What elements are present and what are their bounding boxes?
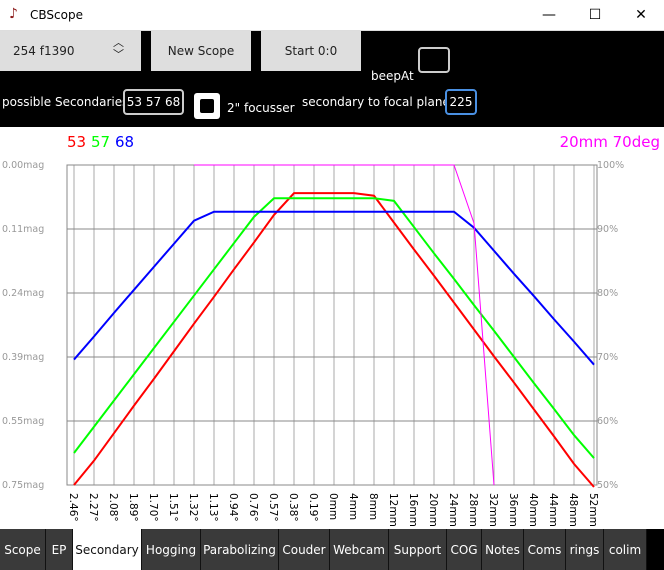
x-tick-label: 1.89° <box>127 493 139 522</box>
scope-select[interactable]: 254 f1390 ︿ ﹀ <box>0 31 141 71</box>
tab-scope[interactable]: Scope <box>0 529 46 570</box>
x-tick-label: 0.19° <box>307 493 319 522</box>
tab-parabolizing[interactable]: Parabolizing <box>201 529 279 570</box>
x-tick-label: 2.46° <box>67 493 79 522</box>
y-left-tick-label: 0.24mag <box>2 288 44 299</box>
tab-secondary[interactable]: Secondary <box>73 529 142 570</box>
tab-webcam[interactable]: Webcam <box>330 529 389 570</box>
tab-hogging[interactable]: Hogging <box>142 529 201 570</box>
chart-svg: 2.46° 2.27° 2.08° 1.89° 1.70° 1.51° 1.32° 1.13°… <box>2 133 660 527</box>
x-tick-label: 8mm <box>367 493 379 520</box>
y-left-tick-label: 0.39mag <box>2 352 44 363</box>
y-right-tick-label: 50% <box>597 480 618 491</box>
plot-frame <box>66 164 598 486</box>
title-bar: ♪ CBScope — ☐ ✕ <box>0 0 664 31</box>
focal-plane-label: secondary to focal plane <box>302 95 450 109</box>
y-left-tick-label: 0.11mag <box>2 224 44 235</box>
x-tick-label: 1.51° <box>167 493 179 522</box>
y-right-tick-label: 90% <box>597 224 618 235</box>
tab-colim[interactable]: colim <box>604 529 647 570</box>
y-right-tick-label: 60% <box>597 416 618 427</box>
y-right-tick-label: 100% <box>597 160 624 171</box>
x-tick-label: 36mm <box>507 493 519 527</box>
tab-coms[interactable]: Coms <box>524 529 566 570</box>
close-button[interactable]: ✕ <box>618 0 664 31</box>
x-tick-label: 24mm <box>447 493 459 527</box>
start-button[interactable]: Start 0:0 <box>261 31 361 71</box>
tab-support[interactable]: Support <box>389 529 447 570</box>
x-tick-label: 40mm <box>527 493 539 527</box>
x-tick-label: 1.70° <box>147 493 159 522</box>
beep-input[interactable] <box>418 47 450 73</box>
legend-entry: 53 <box>67 133 86 151</box>
tab-ep[interactable]: EP <box>46 529 73 570</box>
y-left-tick-label: 0.75mag <box>2 480 44 491</box>
tab-bar: Scope EP Secondary Hogging Parabolizing Coude… <box>0 529 664 570</box>
x-tick-label: 0.57° <box>267 493 279 522</box>
x-tick-label: 48mm <box>567 493 579 527</box>
tab-rings[interactable]: rings <box>566 529 604 570</box>
x-tick-label: 52mm <box>587 493 599 527</box>
secondaries-label: possible Secondaries <box>2 95 129 109</box>
maximize-button[interactable]: ☐ <box>572 0 618 31</box>
minimize-button[interactable]: — <box>526 0 572 31</box>
x-tick-label: 28mm <box>467 493 479 527</box>
tab-couder[interactable]: Couder <box>279 529 330 570</box>
x-tick-label: 0.38° <box>287 493 299 522</box>
x-tick-label: 4mm <box>347 493 359 520</box>
new-scope-button[interactable]: New Scope <box>151 31 251 71</box>
tab-notes[interactable]: Notes <box>482 529 524 570</box>
x-tick-label: 1.13° <box>207 493 219 522</box>
focal-plane-input[interactable]: 225 <box>445 89 477 115</box>
series-line-20mm-70deg <box>194 164 495 486</box>
x-tick-label: 0mm <box>327 493 339 520</box>
x-tick-label: 12mm <box>387 493 399 527</box>
tab-cog[interactable]: COG <box>447 529 482 570</box>
x-tick-label: 16mm <box>407 493 419 527</box>
x-tick-label: 44mm <box>547 493 559 527</box>
secondary-chart: 2.46° 2.27° 2.08° 1.89° 1.70° 1.51° 1.32° 1.13°… <box>0 127 664 529</box>
secondaries-input[interactable]: 53 57 68 <box>123 89 184 115</box>
y-left-tick-label: 0.00mag <box>2 160 44 171</box>
window-title: CBScope <box>30 8 83 22</box>
legend-right: 20mm 70deg <box>560 133 660 151</box>
x-tick-label: 1.32° <box>187 493 199 522</box>
focusser-checkbox[interactable] <box>194 93 220 119</box>
y-left-tick-label: 0.55mag <box>2 416 44 427</box>
x-tick-label: 2.27° <box>87 493 99 522</box>
legend-entry: 68 <box>115 133 134 151</box>
app-icon: ♪ <box>9 6 18 22</box>
y-right-tick-label: 70% <box>597 352 618 363</box>
focusser-label: 2" focusser <box>227 101 295 115</box>
x-tick-label: 0.94° <box>227 493 239 522</box>
x-tick-label: 0.76° <box>247 493 259 522</box>
x-tick-label: 20mm <box>427 493 439 527</box>
x-tick-label: 2.08° <box>107 493 119 522</box>
x-tick-label: 32mm <box>487 493 499 527</box>
beep-label: beepAt <box>371 69 414 83</box>
y-right-tick-label: 80% <box>597 288 618 299</box>
toolbar: 254 f1390 ︿ ﹀ New Scope Start 0:0 beepAt … <box>0 31 664 127</box>
legend-entry: 57 <box>91 133 110 151</box>
scope-select-value: 254 f1390 <box>13 44 75 58</box>
updown-chevron-icon: ︿ ﹀ <box>113 36 124 61</box>
